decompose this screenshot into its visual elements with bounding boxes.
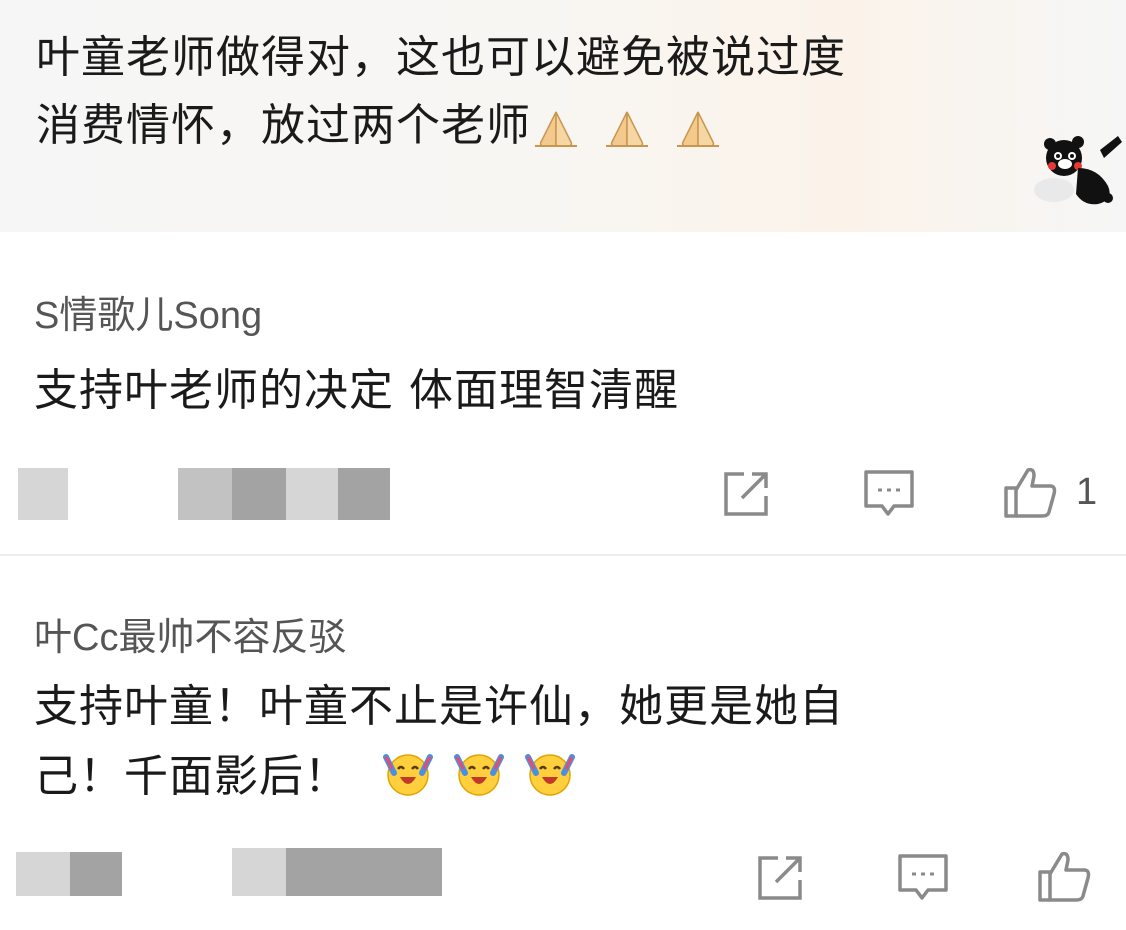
cheering-face-emoji-group: [367, 751, 580, 802]
blurred-meta: [286, 468, 338, 520]
praying-hands-emoji: [677, 111, 719, 147]
comment-username[interactable]: S情歌儿Song: [34, 284, 262, 339]
blurred-avatar: [16, 852, 70, 896]
comment-icon: [898, 854, 948, 900]
praying-hands-emoji-group: [531, 94, 729, 162]
comment-item: S情歌儿Song 支持叶老师的决定 体面理智清醒 1: [0, 232, 1126, 554]
share-button[interactable]: [754, 852, 806, 904]
blurred-meta: [286, 848, 442, 896]
top-comment-line2: 消费情怀，放过两个老师: [36, 100, 531, 151]
top-comment-card: 叶童老师做得对，这也可以避免被说过度 消费情怀，放过两个老师: [0, 0, 1126, 232]
blurred-meta: [232, 848, 286, 896]
kumamon-sticker: [1034, 136, 1122, 205]
blurred-meta: [178, 468, 232, 520]
blurred-avatar: [70, 852, 122, 896]
blurred-avatar: [18, 468, 68, 520]
cheering-face-emoji: [525, 754, 575, 796]
thumbs-up-icon: [1038, 851, 1091, 902]
like-button[interactable]: 1: [1002, 464, 1097, 520]
praying-hands-emoji: [535, 111, 577, 147]
blurred-meta: [232, 468, 286, 520]
share-icon: [724, 472, 768, 516]
blurred-meta: [338, 468, 390, 520]
praying-hands-emoji: [606, 111, 648, 147]
comment-text: 支持叶老师的决定 体面理智清醒: [34, 365, 679, 416]
comment-text-line1: 支持叶童！叶童不止是许仙，她更是她自: [34, 681, 844, 732]
comment-username[interactable]: 叶Cc最帅不容反驳: [34, 606, 346, 661]
share-button[interactable]: [720, 468, 772, 520]
top-comment-line1: 叶童老师做得对，这也可以避免被说过度: [36, 32, 846, 83]
cheering-face-emoji: [383, 754, 433, 796]
comment-button[interactable]: [862, 468, 916, 520]
cheering-face-emoji: [454, 754, 504, 796]
top-comment-text: 叶童老师做得对，这也可以避免被说过度 消费情怀，放过两个老师: [36, 24, 1046, 162]
like-button[interactable]: [1036, 848, 1092, 904]
share-icon: [758, 856, 802, 900]
comment-button[interactable]: [896, 852, 950, 904]
comment-item: 叶Cc最帅不容反驳 支持叶童！叶童不止是许仙，她更是她自 己！千面影后！: [0, 556, 1126, 930]
comment-icon: [864, 470, 914, 516]
like-count: 1: [1076, 470, 1098, 513]
thumbs-up-icon: [1004, 467, 1057, 518]
comment-text: 支持叶童！叶童不止是许仙，她更是她自 己！千面影后！: [34, 672, 844, 812]
comment-text-line2: 己！千面影后！: [34, 751, 349, 802]
